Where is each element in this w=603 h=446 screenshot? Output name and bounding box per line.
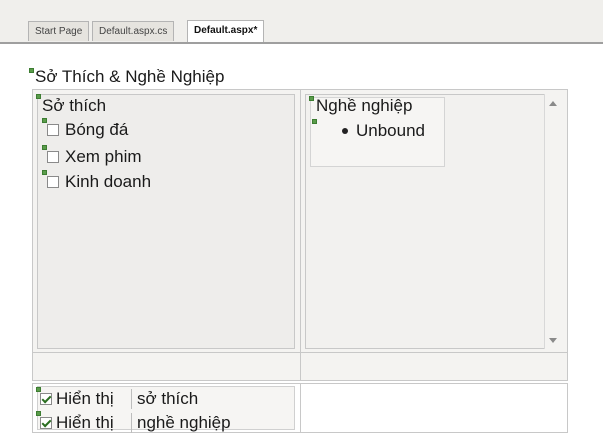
section-title: Sở Thích & Nghề Nghiệp xyxy=(35,67,225,86)
control-marker-icon xyxy=(29,68,34,73)
label-divider xyxy=(131,413,132,433)
tab-default-aspx-cs[interactable]: Default.aspx.cs xyxy=(92,21,175,41)
show-careers-checkbox[interactable] xyxy=(40,417,52,429)
career-label: Unbound xyxy=(356,121,426,140)
control-marker-icon xyxy=(42,118,47,123)
layout-table-row-divider xyxy=(32,352,568,353)
document-tab-strip xyxy=(0,0,603,42)
control-marker-icon xyxy=(42,170,47,175)
show-hobbies-label-prefix: Hiển thị xyxy=(56,389,114,408)
tab-default-aspx[interactable]: Default.aspx* xyxy=(187,20,265,42)
toggle-table-divider xyxy=(300,383,301,433)
hobby-label: Xem phim xyxy=(65,147,142,166)
careers-title: Nghề nghiệp xyxy=(316,96,413,115)
label-divider xyxy=(131,389,132,409)
bullet-icon xyxy=(342,128,348,134)
scroll-up-icon[interactable] xyxy=(549,101,557,106)
control-marker-icon xyxy=(36,411,41,416)
control-marker-icon xyxy=(42,145,47,150)
hobby-checkbox[interactable] xyxy=(47,124,59,136)
control-marker-icon xyxy=(36,387,41,392)
hobby-checkbox[interactable] xyxy=(47,176,59,188)
show-careers-label: nghề nghiệp xyxy=(137,413,231,432)
control-marker-icon xyxy=(36,94,41,99)
hobby-label: Bóng đá xyxy=(65,120,129,139)
scroll-down-icon[interactable] xyxy=(549,338,557,343)
control-marker-icon xyxy=(312,119,317,124)
hobbies-title: Sở thích xyxy=(42,96,107,115)
layout-table-column-divider xyxy=(300,89,301,381)
hobby-checkbox[interactable] xyxy=(47,151,59,163)
hobby-label: Kinh doanh xyxy=(65,172,152,191)
careers-scrollbar[interactable] xyxy=(544,94,563,349)
show-careers-label-prefix: Hiển thị xyxy=(56,413,114,432)
tab-strip-divider xyxy=(0,42,603,44)
control-marker-icon xyxy=(309,96,314,101)
show-hobbies-label: sở thích xyxy=(137,389,199,408)
show-hobbies-checkbox[interactable] xyxy=(40,393,52,405)
tab-start-page[interactable]: Start Page xyxy=(28,21,90,41)
